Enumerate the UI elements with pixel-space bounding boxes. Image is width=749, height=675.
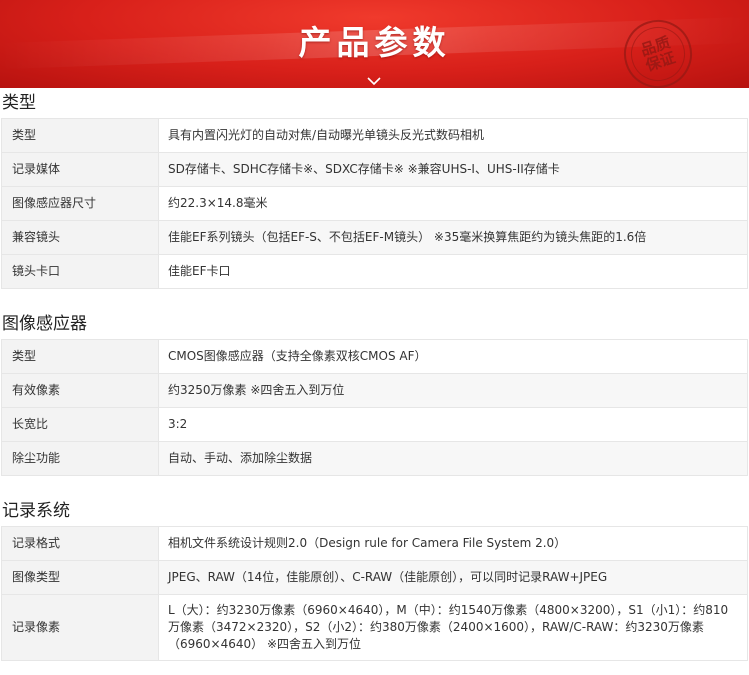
chevron-down-icon [367, 77, 381, 86]
row-value: CMOS图像感应器（支持全像素双核CMOS AF） [158, 339, 748, 374]
row-value: 约3250万像素 ※四舍五入到万位 [158, 373, 748, 408]
row-value: SD存储卡、SDHC存储卡※、SDXC存储卡※ ※兼容UHS-I、UHS-II存… [158, 152, 748, 187]
table-row: 类型 CMOS图像感应器（支持全像素双核CMOS AF） [1, 339, 748, 374]
spec-table-image-sensor: 类型 CMOS图像感应器（支持全像素双核CMOS AF） 有效像素 约3250万… [1, 339, 748, 476]
table-row: 类型 具有内置闪光灯的自动对焦/自动曝光单镜头反光式数码相机 [1, 118, 748, 153]
table-row: 记录像素 L（大）：约3230万像素（6960×4640），M（中）：约1540… [1, 594, 748, 661]
product-spec-page: 产品参数 品质 保证 类型 类型 具有内置闪光灯的自动对焦/自动曝光单镜头反光式… [0, 0, 749, 675]
row-value: JPEG、RAW（14位，佳能原创）、C-RAW（佳能原创），可以同时记录RAW… [158, 560, 748, 595]
table-row: 兼容镜头 佳能EF系列镜头（包括EF-S、不包括EF-M镜头） ※35毫米换算焦… [1, 220, 748, 255]
row-label: 有效像素 [1, 373, 159, 408]
section-title-image-sensor: 图像感应器 [2, 314, 87, 334]
row-label: 记录格式 [1, 526, 159, 561]
row-label: 类型 [1, 118, 159, 153]
row-value: 约22.3×14.8毫米 [158, 186, 748, 221]
table-row: 长宽比 3:2 [1, 407, 748, 442]
row-label: 类型 [1, 339, 159, 374]
table-row: 除尘功能 自动、手动、添加除尘数据 [1, 441, 748, 476]
row-label: 图像感应器尺寸 [1, 186, 159, 221]
row-value: 自动、手动、添加除尘数据 [158, 441, 748, 476]
row-value: 佳能EF系列镜头（包括EF-S、不包括EF-M镜头） ※35毫米换算焦距约为镜头… [158, 220, 748, 255]
row-label: 图像类型 [1, 560, 159, 595]
section-title-recording-system: 记录系统 [2, 501, 70, 521]
table-row: 记录格式 相机文件系统设计规则2.0（Design rule for Camer… [1, 526, 748, 561]
row-value: 相机文件系统设计规则2.0（Design rule for Camera Fil… [158, 526, 748, 561]
spec-table-type: 类型 具有内置闪光灯的自动对焦/自动曝光单镜头反光式数码相机 记录媒体 SD存储… [1, 118, 748, 289]
table-row: 记录媒体 SD存储卡、SDHC存储卡※、SDXC存储卡※ ※兼容UHS-I、UH… [1, 152, 748, 187]
row-value: L（大）：约3230万像素（6960×4640），M（中）：约1540万像素（4… [158, 594, 748, 661]
row-value: 具有内置闪光灯的自动对焦/自动曝光单镜头反光式数码相机 [158, 118, 748, 153]
row-label: 镜头卡口 [1, 254, 159, 289]
row-label: 兼容镜头 [1, 220, 159, 255]
row-label: 长宽比 [1, 407, 159, 442]
row-label: 记录像素 [1, 594, 159, 661]
table-row: 图像感应器尺寸 约22.3×14.8毫米 [1, 186, 748, 221]
row-label: 除尘功能 [1, 441, 159, 476]
row-value: 3:2 [158, 407, 748, 442]
table-row: 镜头卡口 佳能EF卡口 [1, 254, 748, 289]
section-title-type: 类型 [2, 93, 36, 113]
spec-table-recording-system: 记录格式 相机文件系统设计规则2.0（Design rule for Camer… [1, 526, 748, 661]
row-value: 佳能EF卡口 [158, 254, 748, 289]
row-label: 记录媒体 [1, 152, 159, 187]
header-banner: 产品参数 品质 保证 [0, 0, 749, 88]
table-row: 有效像素 约3250万像素 ※四舍五入到万位 [1, 373, 748, 408]
table-row: 图像类型 JPEG、RAW（14位，佳能原创）、C-RAW（佳能原创），可以同时… [1, 560, 748, 595]
